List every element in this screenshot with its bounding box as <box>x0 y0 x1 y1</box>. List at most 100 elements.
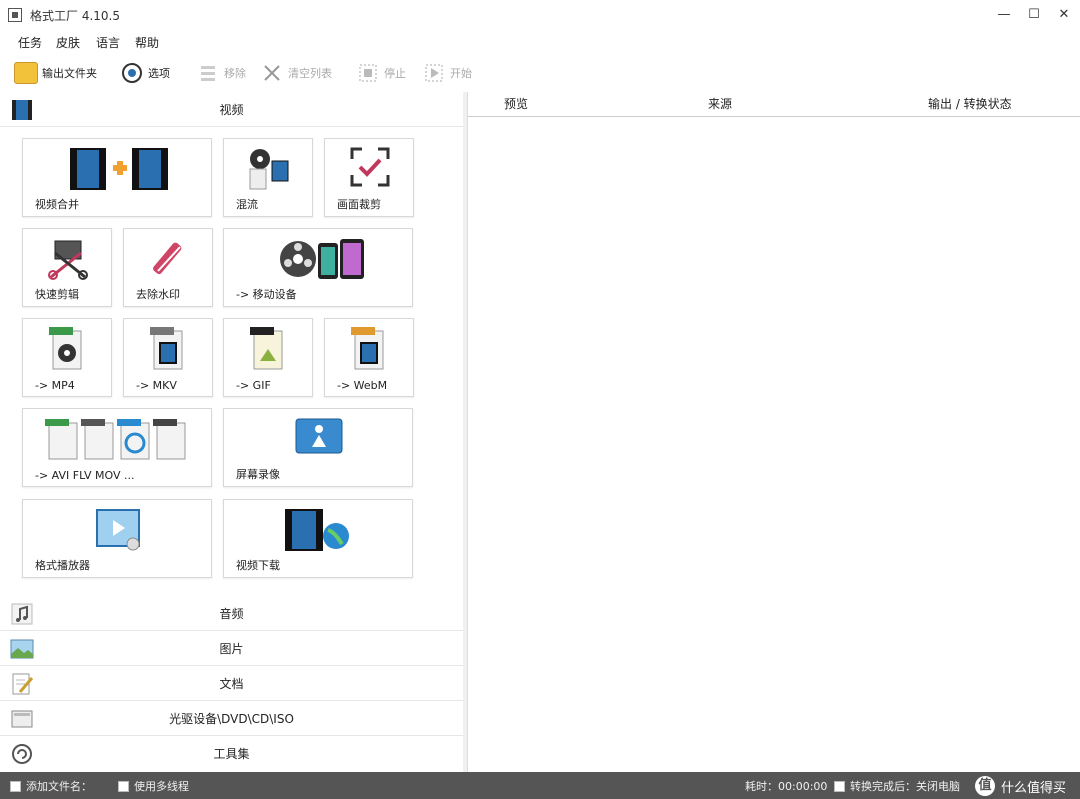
column-source[interactable]: 来源 <box>708 92 732 116</box>
multithread-option[interactable]: 使用多线程 <box>118 778 189 794</box>
remove-watermark-icon <box>153 242 182 275</box>
webm-file-icon <box>351 327 384 370</box>
menu-skin[interactable]: 皮肤 <box>56 34 80 51</box>
tile-crop[interactable]: 画面裁剪 <box>324 138 414 217</box>
video-merge-icon <box>70 148 168 190</box>
tile-webm[interactable]: -> WebM <box>324 318 414 397</box>
tile-label: -> MP4 <box>35 379 75 392</box>
mobile-device-icon <box>280 239 364 279</box>
options-label: 选项 <box>148 67 170 80</box>
tile-screen-record[interactable]: 屏幕录像 <box>223 408 413 487</box>
column-output-status[interactable]: 输出 / 转换状态 <box>928 92 1012 116</box>
gif-file-icon <box>250 327 283 370</box>
mux-icon <box>249 149 289 190</box>
category-document-label: 文档 <box>219 677 244 691</box>
task-list[interactable]: 预览 来源 输出 / 转换状态 <box>467 92 1080 772</box>
elapsed-time: 耗时：00:00:00 <box>745 778 827 794</box>
close-button[interactable]: ✕ <box>1050 4 1078 26</box>
menu-task[interactable]: 任务 <box>18 34 42 51</box>
start-label: 开始 <box>450 67 472 80</box>
start-icon <box>422 62 446 84</box>
add-file-name-checkbox[interactable] <box>10 780 21 792</box>
tile-label: 去除水印 <box>136 288 180 301</box>
menu-help[interactable]: 帮助 <box>135 34 159 51</box>
tile-mp4[interactable]: -> MP4 <box>22 318 112 397</box>
tile-video-merge[interactable]: 视频合并 <box>22 138 212 217</box>
output-folder-label: 输出文件夹 <box>42 67 97 80</box>
multi-format-icon <box>45 419 186 460</box>
maximize-button[interactable]: ☐ <box>1020 4 1048 26</box>
column-preview[interactable]: 预览 <box>504 92 528 116</box>
tile-mux[interactable]: 混流 <box>223 138 313 217</box>
clear-list-label: 清空列表 <box>288 67 332 80</box>
tile-remove-watermark[interactable]: 去除水印 <box>123 228 213 307</box>
options-button[interactable]: 选项 <box>120 58 170 88</box>
function-panel: 视频 视频合并 混流 画面裁剪 快速剪辑 去除水印 -> 移动设备 -> MP4… <box>0 92 463 772</box>
tile-label: 快速剪辑 <box>35 288 79 301</box>
status-bar: 添加文件名： 使用多线程 耗时：00:00:00 转换完成后：关闭电脑 值 什么… <box>0 772 1080 799</box>
remove-button[interactable]: 移除 <box>196 58 246 88</box>
tile-label: -> 移动设备 <box>236 288 297 301</box>
tile-video-download[interactable]: 视频下载 <box>223 499 413 578</box>
category-image[interactable]: 图片 <box>0 631 463 666</box>
tile-mkv[interactable]: -> MKV <box>123 318 213 397</box>
remove-icon <box>196 62 220 84</box>
menu-bar: 任务 皮肤 语言 帮助 <box>0 32 1080 52</box>
add-file-name-label: 添加文件名： <box>26 780 92 793</box>
video-download-icon <box>285 509 349 551</box>
tile-gif[interactable]: -> GIF <box>223 318 313 397</box>
mkv-file-icon <box>150 327 183 370</box>
crop-icon <box>350 147 390 187</box>
tile-label: -> WebM <box>337 379 388 392</box>
elapsed-label: 耗时：00:00:00 <box>745 780 828 793</box>
options-icon <box>120 62 144 84</box>
category-disc-label: 光驱设备\DVD\CD\ISO <box>169 712 294 726</box>
tile-player[interactable]: 格式播放器 <box>22 499 212 578</box>
start-button[interactable]: 开始 <box>422 58 472 88</box>
tile-label: 视频合并 <box>35 198 79 211</box>
after-convert-label: 转换完成后：关闭电脑 <box>850 780 960 793</box>
tile-quick-clip[interactable]: 快速剪辑 <box>22 228 112 307</box>
multithread-label: 使用多线程 <box>134 780 189 793</box>
window-title: 格式工厂 4.10.5 <box>30 9 120 23</box>
after-convert-checkbox[interactable] <box>834 780 845 792</box>
category-video[interactable]: 视频 <box>0 92 463 127</box>
tile-label: -> AVI FLV MOV ... <box>35 469 135 482</box>
task-list-header: 预览 来源 输出 / 转换状态 <box>468 92 1080 117</box>
category-video-label: 视频 <box>219 103 244 117</box>
title-bar: 格式工厂 4.10.5 — ☐ ✕ <box>0 0 1080 30</box>
screen-record-icon <box>295 418 343 454</box>
after-convert-option[interactable]: 转换完成后：关闭电脑 <box>834 778 960 794</box>
player-icon <box>96 509 140 551</box>
category-audio-label: 音频 <box>219 607 244 621</box>
output-folder-button[interactable]: 输出文件夹 <box>14 58 97 88</box>
mp4-file-icon <box>49 327 82 370</box>
multithread-checkbox[interactable] <box>118 780 129 792</box>
clear-list-button[interactable]: 清空列表 <box>260 58 332 88</box>
stop-icon <box>356 62 380 84</box>
quick-clip-icon <box>48 240 88 280</box>
app-icon <box>8 8 22 22</box>
toolbar: 输出文件夹 选项 移除 清空列表 停止 开始 <box>0 58 1080 88</box>
stop-button[interactable]: 停止 <box>356 58 406 88</box>
tile-label: -> GIF <box>236 379 271 392</box>
tile-label: 混流 <box>236 198 258 211</box>
clear-icon <box>260 62 284 84</box>
category-audio[interactable]: 音频 <box>0 596 463 631</box>
watermark-text: 什么值得买 <box>1000 780 1066 796</box>
minimize-button[interactable]: — <box>990 4 1018 26</box>
category-tools[interactable]: 工具集 <box>0 736 463 770</box>
tile-label: 视频下载 <box>236 559 280 572</box>
tile-multi-format[interactable]: -> AVI FLV MOV ... <box>22 408 212 487</box>
category-document[interactable]: 文档 <box>0 666 463 701</box>
tile-mobile-device[interactable]: -> 移动设备 <box>223 228 413 307</box>
folder-icon <box>14 62 38 84</box>
category-disc[interactable]: 光驱设备\DVD\CD\ISO <box>0 701 463 736</box>
category-image-label: 图片 <box>219 642 244 656</box>
watermark: 值 什么值得买 <box>974 776 1066 796</box>
add-file-name-option[interactable]: 添加文件名： <box>10 778 92 794</box>
category-tools-label: 工具集 <box>213 747 250 761</box>
tile-label: -> MKV <box>136 379 177 392</box>
menu-language[interactable]: 语言 <box>96 34 120 51</box>
tile-label: 屏幕录像 <box>236 468 280 481</box>
